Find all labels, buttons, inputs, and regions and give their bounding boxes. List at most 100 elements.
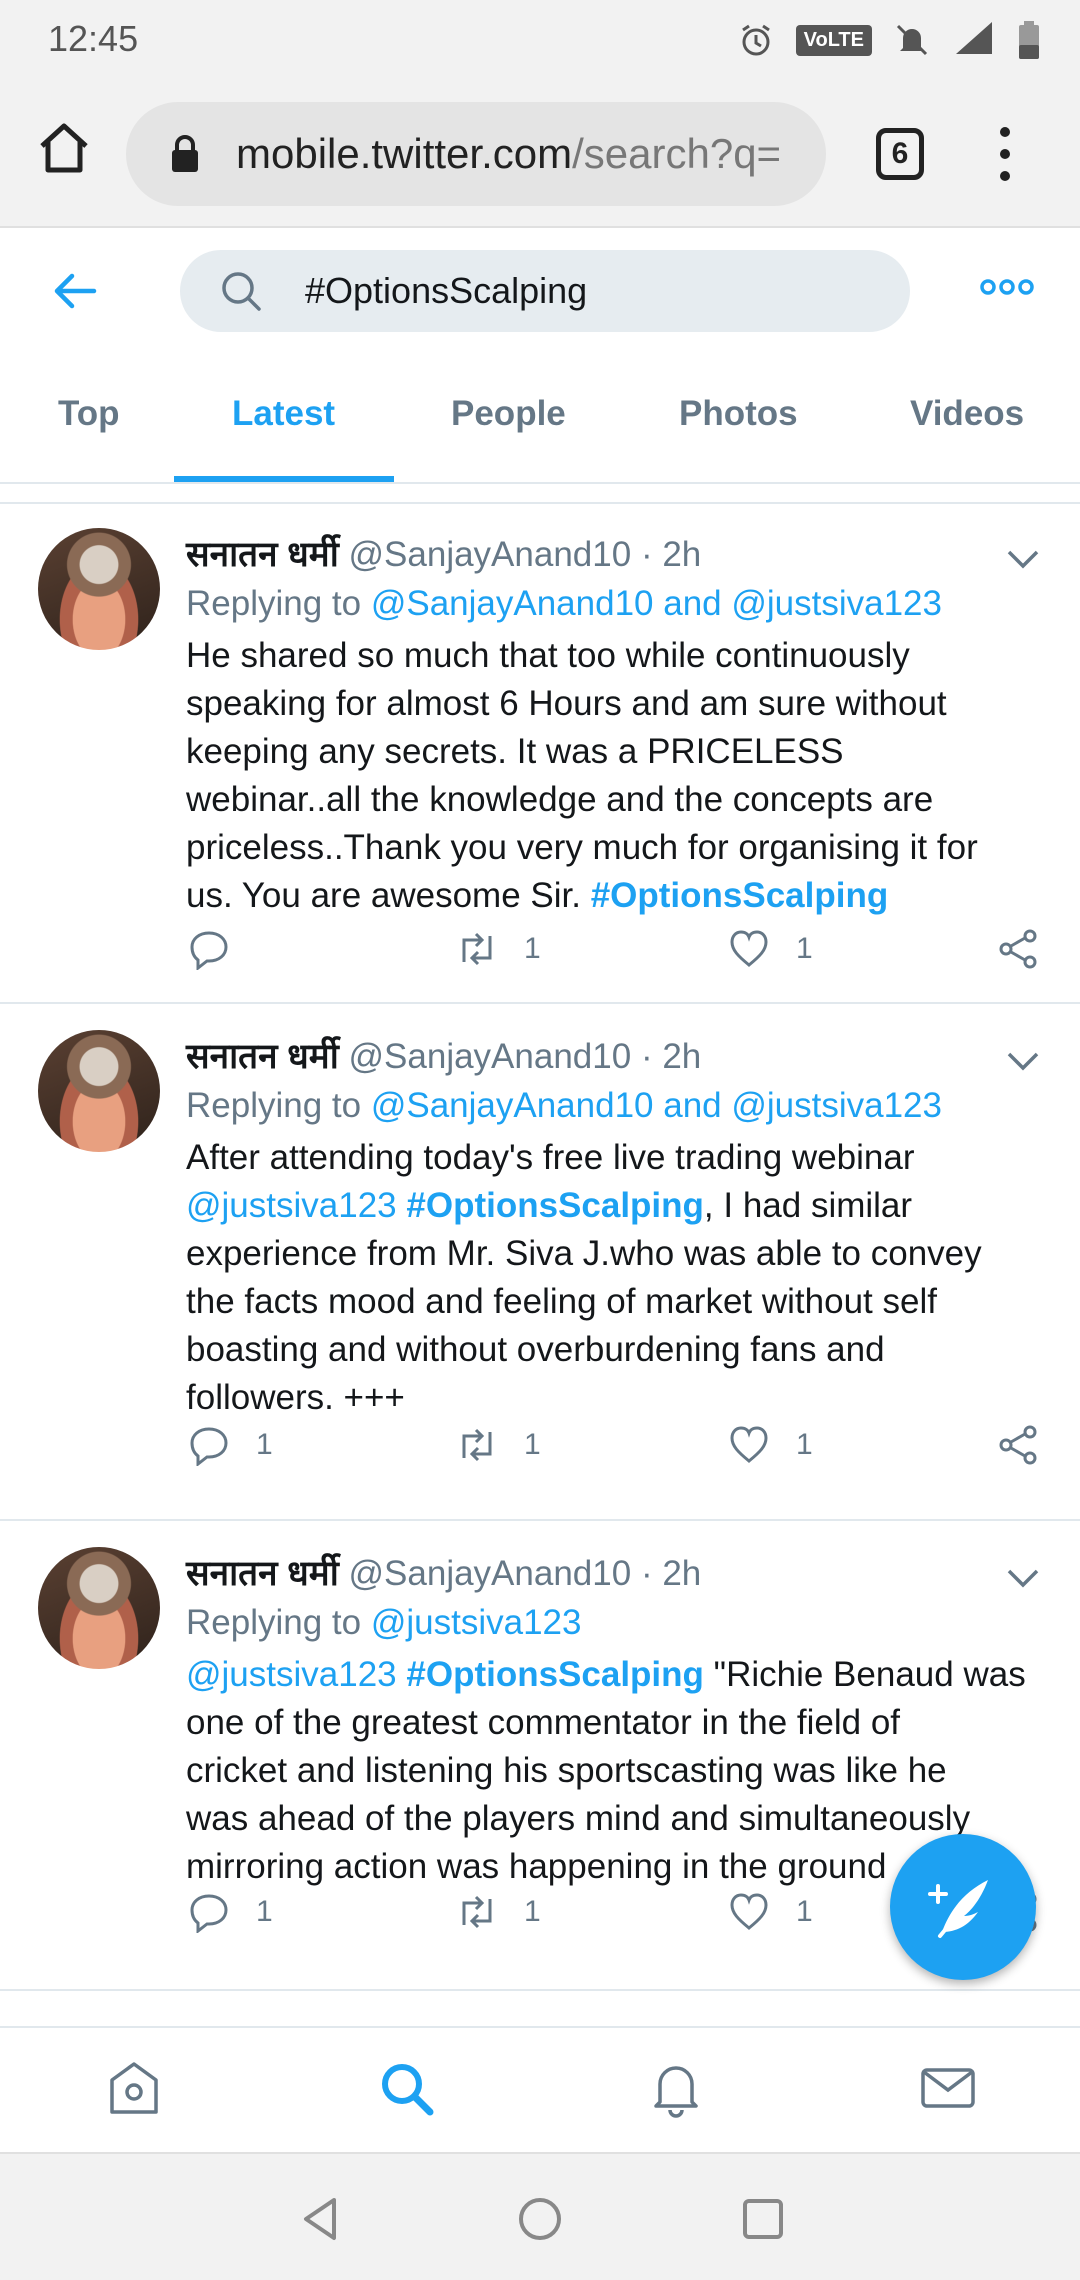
back-triangle-icon[interactable] xyxy=(296,2194,346,2244)
system-navigation-bar xyxy=(0,2152,1080,2280)
tab-latest[interactable]: Latest xyxy=(232,394,335,434)
volte-icon: VoLTE xyxy=(795,24,872,56)
reply-icon xyxy=(190,931,228,970)
home-circle-icon[interactable] xyxy=(515,2194,565,2244)
bottom-navigation xyxy=(0,2026,1080,2152)
tweet-line-rest: , I had similar xyxy=(703,1186,913,1225)
separator-dot: · xyxy=(640,1554,653,1593)
heart-icon xyxy=(730,930,768,967)
mention-link[interactable]: @justsiva123 xyxy=(186,1655,397,1694)
retweet-button[interactable]: 1 xyxy=(456,1891,541,1933)
recents-square-icon[interactable] xyxy=(738,2194,788,2244)
search-query: #OptionsScalping xyxy=(305,270,588,311)
retweet-count: 1 xyxy=(524,1428,541,1461)
back-arrow-icon[interactable] xyxy=(50,266,100,316)
heart-icon xyxy=(730,1426,768,1463)
lock-icon xyxy=(172,135,198,172)
notifications-nav-icon[interactable] xyxy=(646,2058,706,2118)
retweet-button[interactable]: 1 xyxy=(456,1424,541,1466)
tweet-line: webinar..all the knowledge and the conce… xyxy=(186,780,934,819)
retweet-icon xyxy=(462,1895,492,1929)
share-button[interactable] xyxy=(998,1424,1040,1466)
tab-switcher-button[interactable]: 6 xyxy=(876,128,924,180)
hashtag-link[interactable]: #OptionsScalping xyxy=(406,1655,704,1694)
status-time: 12:45 xyxy=(48,18,139,59)
share-icon xyxy=(999,1425,1037,1465)
home-icon[interactable] xyxy=(36,120,92,176)
replying-to: Replying to @SanjayAnand10 and @justsiva… xyxy=(186,1086,942,1126)
tweet-line: He shared so much that too while continu… xyxy=(186,636,910,675)
reply-icon xyxy=(190,1894,228,1933)
share-button[interactable] xyxy=(998,928,1040,970)
hashtag-link[interactable]: #OptionsScalping xyxy=(406,1186,704,1225)
like-button[interactable]: 1 xyxy=(728,928,813,970)
tweet-time: 2h xyxy=(662,1554,702,1593)
user-handle: @SanjayAnand10 xyxy=(348,1554,632,1593)
tweet-actions: 1 1 xyxy=(0,928,1080,978)
url-path: /search?q= xyxy=(572,130,782,177)
status-icons: VoLTE xyxy=(738,20,1040,60)
replying-to: Replying to @justsiva123 xyxy=(186,1603,581,1643)
replying-prefix: Replying to xyxy=(186,1086,371,1125)
replying-to-link[interactable]: @justsiva123 xyxy=(371,1603,582,1642)
tweet-time: 2h xyxy=(662,1037,702,1076)
user-handle: @SanjayAnand10 xyxy=(348,535,632,574)
tweet[interactable]: सनातन धर्मी @SanjayAnand10 · 2h Replying… xyxy=(0,1006,1080,1521)
search-nav-icon[interactable] xyxy=(376,2058,436,2118)
tab-videos[interactable]: Videos xyxy=(910,394,1024,434)
alarm-icon xyxy=(741,24,770,56)
user-handle: @SanjayAnand10 xyxy=(348,1037,632,1076)
display-name[interactable]: सनातन धर्मी xyxy=(186,1037,339,1076)
avatar[interactable] xyxy=(38,1030,160,1152)
retweet-button[interactable]: 1 xyxy=(456,928,541,970)
address-bar[interactable]: mobile.twitter.com/search?q= xyxy=(126,102,826,206)
retweet-count: 1 xyxy=(524,1895,541,1928)
home-nav-icon[interactable] xyxy=(104,2058,164,2118)
status-bar: 12:45 VoLTE xyxy=(0,0,1080,80)
compose-tweet-button[interactable] xyxy=(890,1834,1036,1980)
tweet-line: cricket and listening his sportscasting … xyxy=(186,1751,947,1790)
chevron-down-icon[interactable] xyxy=(1006,548,1040,570)
tweet[interactable]: सनातन धर्मी @SanjayAnand10 · 2h Replying… xyxy=(0,504,1080,1004)
search-tabs: Top Latest People Photos Videos xyxy=(0,354,1080,484)
tweet-line: boasting and without overburdening fans … xyxy=(186,1330,885,1369)
hashtag-link[interactable]: #OptionsScalping xyxy=(591,876,889,915)
messages-nav-icon[interactable] xyxy=(918,2058,978,2118)
reply-button[interactable] xyxy=(188,928,256,970)
reply-button[interactable]: 1 xyxy=(188,1424,273,1466)
tweet-line: speaking for almost 6 Hours and am sure … xyxy=(186,684,947,723)
tweet-line-mentions: @justsiva123 #OptionsScalping, I had sim… xyxy=(186,1182,1046,1230)
tab-people[interactable]: People xyxy=(451,394,566,434)
share-icon xyxy=(999,929,1037,969)
tweet-line: keeping any secrets. It was a PRICELESS xyxy=(186,732,844,771)
mention-link[interactable]: @justsiva123 xyxy=(186,1186,397,1225)
battery-icon xyxy=(1019,21,1039,59)
tweet-line-mentions: @justsiva123 #OptionsScalping "Richie Be… xyxy=(186,1651,1046,1699)
url-domain: mobile.twitter.com xyxy=(236,130,573,177)
retweet-icon xyxy=(462,932,492,966)
replying-to-link[interactable]: @SanjayAnand10 and @justsiva123 xyxy=(371,1086,942,1125)
avatar[interactable] xyxy=(38,528,160,650)
tweet-line: followers. +++ xyxy=(186,1378,405,1417)
chevron-down-icon[interactable] xyxy=(1006,1567,1040,1589)
reply-button[interactable]: 1 xyxy=(188,1891,273,1933)
chevron-down-icon[interactable] xyxy=(1006,1050,1040,1072)
replying-prefix: Replying to xyxy=(186,1603,371,1642)
more-options-icon[interactable] xyxy=(980,272,1034,302)
tweet-text: He shared so much that too while continu… xyxy=(186,632,1046,920)
like-count: 1 xyxy=(796,1428,813,1461)
tweet-line-rest: "Richie Benaud was xyxy=(703,1655,1026,1694)
display-name[interactable]: सनातन धर्मी xyxy=(186,1554,339,1593)
browser-toolbar: mobile.twitter.com/search?q= 6 xyxy=(0,80,1080,228)
avatar[interactable] xyxy=(38,1547,160,1669)
like-count: 1 xyxy=(796,932,813,965)
signal-icon xyxy=(952,20,996,61)
tab-photos[interactable]: Photos xyxy=(679,394,798,434)
search-input[interactable]: #OptionsScalping xyxy=(180,250,910,332)
overflow-menu-icon[interactable] xyxy=(990,124,1020,184)
replying-to-link[interactable]: @SanjayAnand10 and @justsiva123 xyxy=(371,584,942,623)
display-name[interactable]: सनातन धर्मी xyxy=(186,535,339,574)
like-button[interactable]: 1 xyxy=(728,1424,813,1466)
tab-top[interactable]: Top xyxy=(58,394,120,434)
like-button[interactable]: 1 xyxy=(728,1891,813,1933)
